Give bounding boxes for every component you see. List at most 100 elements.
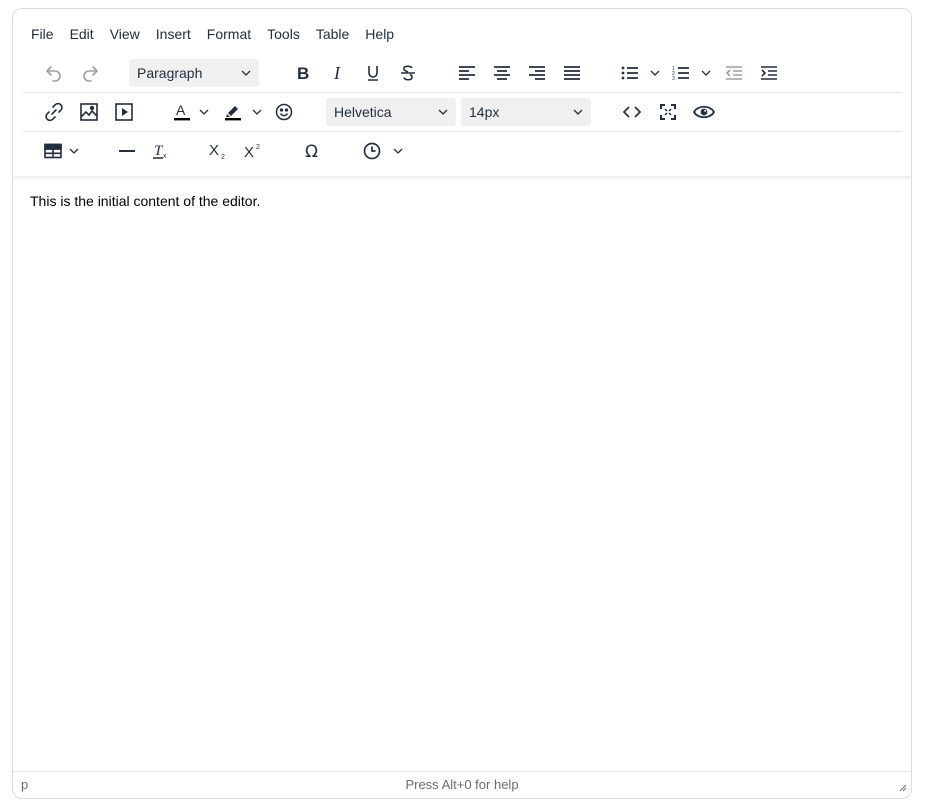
font-family-value: Helvetica: [334, 104, 392, 120]
media-icon: [115, 103, 133, 121]
svg-text:X: X: [244, 144, 254, 160]
resize-handle-icon: [899, 784, 907, 792]
strikethrough-icon: [401, 65, 415, 81]
preview-button[interactable]: [690, 98, 718, 126]
chevron-down-icon: [393, 148, 403, 154]
undo-icon: [46, 66, 61, 82]
chevron-down-icon: [573, 109, 583, 115]
media-button[interactable]: [110, 98, 138, 126]
align-right-button[interactable]: [524, 59, 550, 87]
eye-icon: [693, 105, 715, 119]
source-code-button[interactable]: [619, 98, 645, 126]
menu-tools[interactable]: Tools: [259, 21, 308, 47]
subscript-button[interactable]: X2: [205, 137, 231, 165]
superscript-button[interactable]: X2: [240, 137, 266, 165]
clear-format-button[interactable]: Tx: [148, 137, 174, 165]
menubar: File Edit View Insert Format Tools Table…: [23, 21, 402, 47]
table-button[interactable]: [40, 137, 66, 165]
redo-button[interactable]: [76, 59, 104, 87]
link-button[interactable]: [40, 98, 68, 126]
menu-format[interactable]: Format: [199, 21, 259, 47]
datetime-button[interactable]: [359, 137, 385, 165]
fullscreen-icon: [660, 104, 676, 120]
image-button[interactable]: [75, 98, 103, 126]
block-format-select[interactable]: Paragraph: [129, 59, 259, 87]
align-center-button[interactable]: [489, 59, 515, 87]
font-size-select[interactable]: 14px: [461, 98, 591, 126]
toolbar-row-1: Paragraph B I 1 2 3: [23, 55, 901, 93]
text-color-button[interactable]: A: [169, 98, 195, 126]
highlight-button[interactable]: [220, 98, 246, 126]
toolbar-row-2: A Helvetica 14px: [23, 94, 901, 132]
strikethrough-button[interactable]: [395, 59, 421, 87]
status-bar: p Press Alt+0 for help: [13, 771, 911, 798]
omega-icon: Ω: [305, 142, 318, 161]
image-icon: [80, 103, 98, 121]
svg-text:X: X: [209, 142, 219, 159]
bullet-list-button[interactable]: [619, 59, 641, 87]
bold-icon: B: [297, 64, 309, 82]
datetime-dropdown[interactable]: [393, 137, 403, 165]
align-center-icon: [494, 66, 510, 80]
bullet-list-dropdown[interactable]: [650, 59, 660, 87]
subscript-icon: X2: [209, 142, 225, 160]
chevron-down-icon: [438, 109, 448, 115]
svg-text:A: A: [176, 102, 186, 118]
fullscreen-button[interactable]: [655, 98, 681, 126]
chevron-down-icon: [199, 109, 209, 115]
align-right-icon: [529, 66, 545, 80]
text-color-icon: A: [174, 102, 190, 121]
menu-insert[interactable]: Insert: [148, 21, 199, 47]
outdent-icon: [725, 66, 742, 80]
chevron-down-icon: [701, 70, 711, 76]
outdent-button[interactable]: [721, 59, 747, 87]
resize-handle[interactable]: [897, 780, 907, 795]
emoji-button[interactable]: [271, 98, 297, 126]
align-left-button[interactable]: [454, 59, 480, 87]
highlight-dropdown[interactable]: [252, 98, 262, 126]
undo-button[interactable]: [40, 59, 68, 87]
italic-icon: I: [333, 64, 341, 82]
content-paragraph[interactable]: This is the initial content of the edito…: [30, 193, 260, 209]
redo-icon: [83, 66, 98, 82]
clear-format-icon: Tx: [153, 143, 167, 160]
underline-button[interactable]: [360, 59, 386, 87]
bold-button[interactable]: B: [290, 59, 316, 87]
chevron-down-icon: [252, 109, 262, 115]
emoji-icon: [275, 103, 293, 121]
block-format-value: Paragraph: [137, 65, 203, 81]
editor-content-area[interactable]: This is the initial content of the edito…: [13, 176, 911, 773]
chevron-down-icon: [69, 148, 79, 154]
menu-help[interactable]: Help: [357, 21, 402, 47]
menu-file[interactable]: File: [23, 21, 62, 47]
svg-text:B: B: [297, 64, 309, 82]
horizontal-line-icon: [119, 150, 135, 152]
align-justify-icon: [564, 66, 580, 80]
numbered-list-button[interactable]: 123: [670, 59, 692, 87]
menu-view[interactable]: View: [102, 21, 148, 47]
chevron-down-icon: [650, 70, 660, 76]
align-justify-button[interactable]: [559, 59, 585, 87]
numbered-list-icon: 123: [672, 66, 689, 81]
text-color-dropdown[interactable]: [199, 98, 209, 126]
clock-icon: [363, 142, 381, 160]
font-family-select[interactable]: Helvetica: [326, 98, 456, 126]
link-icon: [45, 102, 63, 122]
italic-button[interactable]: I: [325, 59, 351, 87]
svg-text:3: 3: [672, 76, 675, 81]
horizontal-line-button[interactable]: [114, 137, 140, 165]
special-character-button[interactable]: Ω: [300, 137, 326, 165]
table-dropdown[interactable]: [69, 137, 79, 165]
font-size-value: 14px: [469, 104, 500, 120]
indent-icon: [761, 66, 777, 80]
svg-text:2: 2: [256, 144, 260, 151]
code-icon: [622, 106, 642, 118]
menu-table[interactable]: Table: [308, 21, 357, 47]
superscript-icon: X2: [244, 144, 260, 160]
numbered-list-dropdown[interactable]: [701, 59, 711, 87]
menu-edit[interactable]: Edit: [62, 21, 102, 47]
highlight-icon: [225, 106, 241, 121]
table-icon: [44, 143, 62, 159]
underline-icon: [368, 66, 378, 81]
indent-button[interactable]: [756, 59, 782, 87]
